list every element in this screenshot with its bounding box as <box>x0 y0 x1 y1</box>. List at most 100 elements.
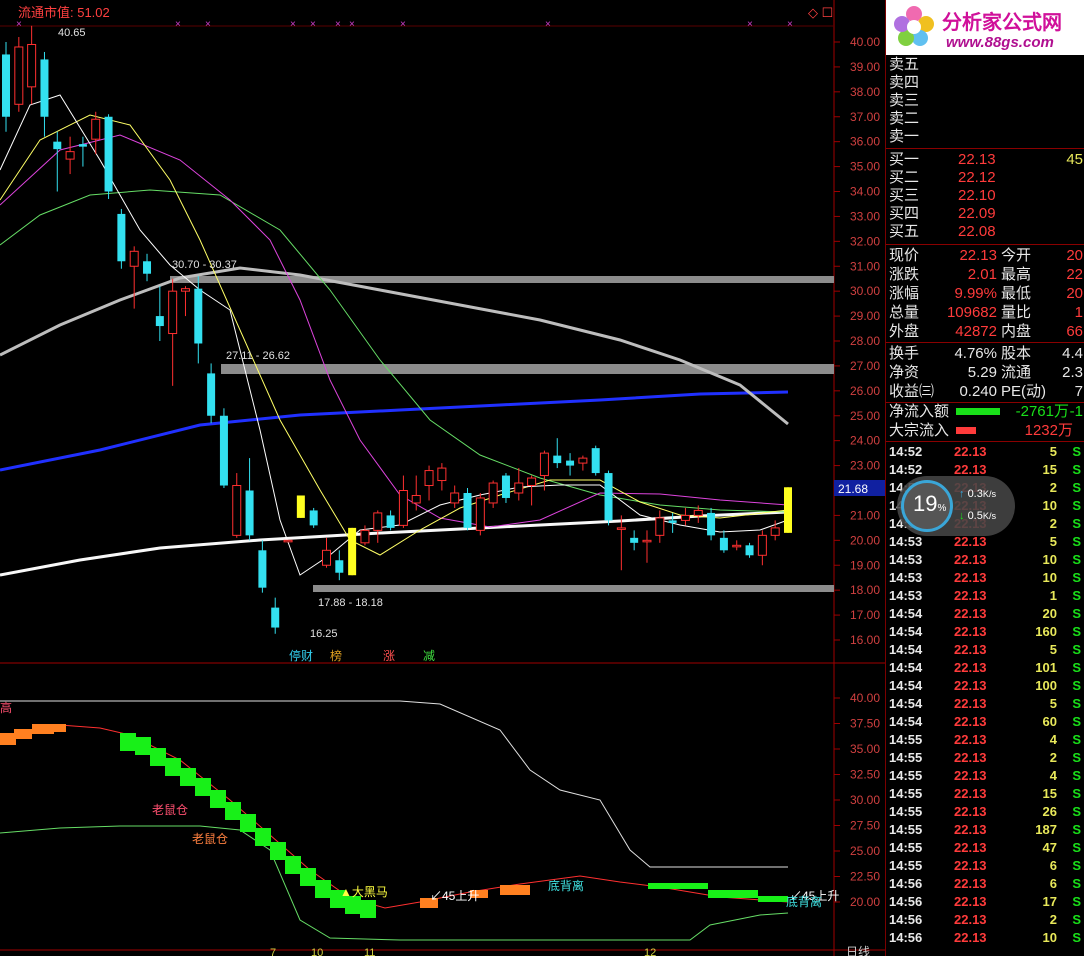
event-marker: × <box>16 19 22 30</box>
stock-terminal: 40.00 39.00 38.00 37.00 36.00 35.00 34.00 33.00… <box>0 0 1084 956</box>
candle-body <box>630 537 639 543</box>
tick-time: 14:56 <box>889 876 923 891</box>
tick-row[interactable]: 14:56 22.13 6 S <box>886 875 1084 893</box>
candle-body <box>707 512 716 536</box>
tick-side: S <box>1072 444 1081 459</box>
tick-row[interactable]: 14:53 22.13 10 S <box>886 551 1084 569</box>
tick-row[interactable]: 14:54 22.13 20 S <box>886 605 1084 623</box>
tick-row[interactable]: 14:55 22.13 26 S <box>886 803 1084 821</box>
y-tick-label: 31.00 <box>850 259 880 273</box>
date-tick: 10 <box>311 947 323 956</box>
period-label[interactable]: 日线 <box>846 945 870 956</box>
tick-time: 14:55 <box>889 732 923 747</box>
quote-label-2: 今开 <box>1001 247 1032 264</box>
tick-row[interactable]: 14:53 22.13 10 S <box>886 569 1084 587</box>
quote-row: 总量 109682 量比 1 <box>886 304 1084 322</box>
zone-mid-label: 27.11 - 26.62 <box>226 350 290 362</box>
fund-label-2: 流通 <box>1001 364 1032 381</box>
candle-body <box>129 250 139 267</box>
tick-row[interactable]: 14:54 22.13 100 S <box>886 677 1084 695</box>
green-signal-block <box>255 828 271 846</box>
candle[interactable] <box>309 507 318 528</box>
corner-icons[interactable]: ◇ ☐ <box>808 5 833 20</box>
tick-row[interactable]: 14:54 22.13 5 S <box>886 641 1084 659</box>
chart-canvas[interactable]: 40.00 39.00 38.00 37.00 36.00 35.00 34.00 33.00… <box>0 0 885 956</box>
green-signal-block <box>120 733 136 751</box>
tick-time: 14:54 <box>889 606 923 621</box>
candle-body <box>591 448 600 474</box>
candle[interactable] <box>283 539 293 543</box>
tick-price: 22.13 <box>954 750 987 765</box>
tick-row[interactable]: 14:56 22.13 17 S <box>886 893 1084 911</box>
candle[interactable] <box>117 208 126 269</box>
candle-body <box>784 487 792 533</box>
rat-label-1: 老鼠仓 <box>152 803 188 817</box>
zone-top-label: 30.70 - 30.37 <box>172 259 237 271</box>
tick-side: S <box>1072 498 1081 513</box>
tick-row[interactable]: 14:55 22.13 2 S <box>886 749 1084 767</box>
candle-body <box>463 492 472 528</box>
tick-row[interactable]: 14:55 22.13 15 S <box>886 785 1084 803</box>
quote-label: 现价 <box>889 247 920 264</box>
tick-row[interactable]: 14:55 22.13 47 S <box>886 839 1084 857</box>
candle[interactable] <box>104 114 113 199</box>
y-tick-label: 36.00 <box>850 135 880 149</box>
event-marker: × <box>290 19 296 30</box>
candle[interactable] <box>463 488 472 531</box>
tick-volume: 26 <box>1042 804 1057 819</box>
candle-body <box>309 510 318 526</box>
rat-label-2: 老鼠仓 <box>192 832 228 846</box>
candle[interactable] <box>348 527 357 576</box>
tick-side: S <box>1072 642 1081 657</box>
fund-value-2: 2.3 <box>1062 364 1083 381</box>
candle[interactable] <box>591 445 600 476</box>
candle[interactable] <box>604 470 613 526</box>
flow-row: 大宗流入 1232万 <box>886 422 1084 440</box>
tick-row[interactable]: 14:54 22.13 160 S <box>886 623 1084 641</box>
tick-price: 22.13 <box>954 660 987 675</box>
tick-price: 22.13 <box>954 732 987 747</box>
candle-body <box>732 544 742 548</box>
green-signal-block <box>708 890 758 898</box>
bid-row: 买一 22.13 45 <box>886 151 1084 169</box>
tick-row[interactable]: 14:55 22.13 4 S <box>886 731 1084 749</box>
tick-row[interactable]: 14:55 22.13 6 S <box>886 857 1084 875</box>
tick-row[interactable]: 14:54 22.13 5 S <box>886 695 1084 713</box>
quote-value: 22.13 <box>959 247 997 264</box>
tick-row[interactable]: 14:54 22.13 60 S <box>886 713 1084 731</box>
orange-signal-block <box>54 724 66 732</box>
green-signal-block <box>758 896 788 902</box>
tick-time: 14:55 <box>889 822 923 837</box>
candle-body <box>566 460 575 466</box>
y-tick-label: 39.00 <box>850 60 880 74</box>
tick-time: 14:53 <box>889 552 923 567</box>
tick-row[interactable]: 14:53 22.13 1 S <box>886 587 1084 605</box>
candle-body <box>386 515 395 528</box>
candle-body <box>348 527 357 576</box>
candle-body <box>104 116 113 192</box>
bid-label: 买一 <box>889 151 920 168</box>
flow-value: 1232万 <box>1024 422 1073 439</box>
tick-time: 14:53 <box>889 570 923 585</box>
tick-row[interactable]: 14:54 22.13 101 S <box>886 659 1084 677</box>
candle[interactable] <box>219 408 228 489</box>
fund-label-2: PE(动) <box>1001 383 1047 400</box>
candle[interactable] <box>475 492 485 536</box>
tick-row[interactable]: 14:56 22.13 2 S <box>886 911 1084 929</box>
low-annotation: 16.25 <box>310 628 338 640</box>
tick-volume: 20 <box>1042 606 1057 621</box>
tick-row[interactable]: 14:55 22.13 187 S <box>886 821 1084 839</box>
tick-row[interactable]: 14:52 22.13 5 S <box>886 443 1084 461</box>
candle-body <box>245 490 254 536</box>
tick-volume: 4 <box>1049 732 1057 747</box>
candle[interactable] <box>14 37 24 112</box>
candle[interactable] <box>296 495 305 518</box>
candle-body <box>642 539 652 543</box>
network-speed-widget[interactable]: 19% ↑ 0.3K/s ↓ 0.5K/s <box>897 476 1015 536</box>
bid-label: 买四 <box>889 205 920 222</box>
y-tick-label: 38.00 <box>850 85 880 99</box>
tick-row[interactable]: 14:56 22.13 10 S <box>886 929 1084 947</box>
candle[interactable] <box>784 487 792 533</box>
tick-row[interactable]: 14:55 22.13 4 S <box>886 767 1084 785</box>
event-label: 减 <box>423 649 435 663</box>
